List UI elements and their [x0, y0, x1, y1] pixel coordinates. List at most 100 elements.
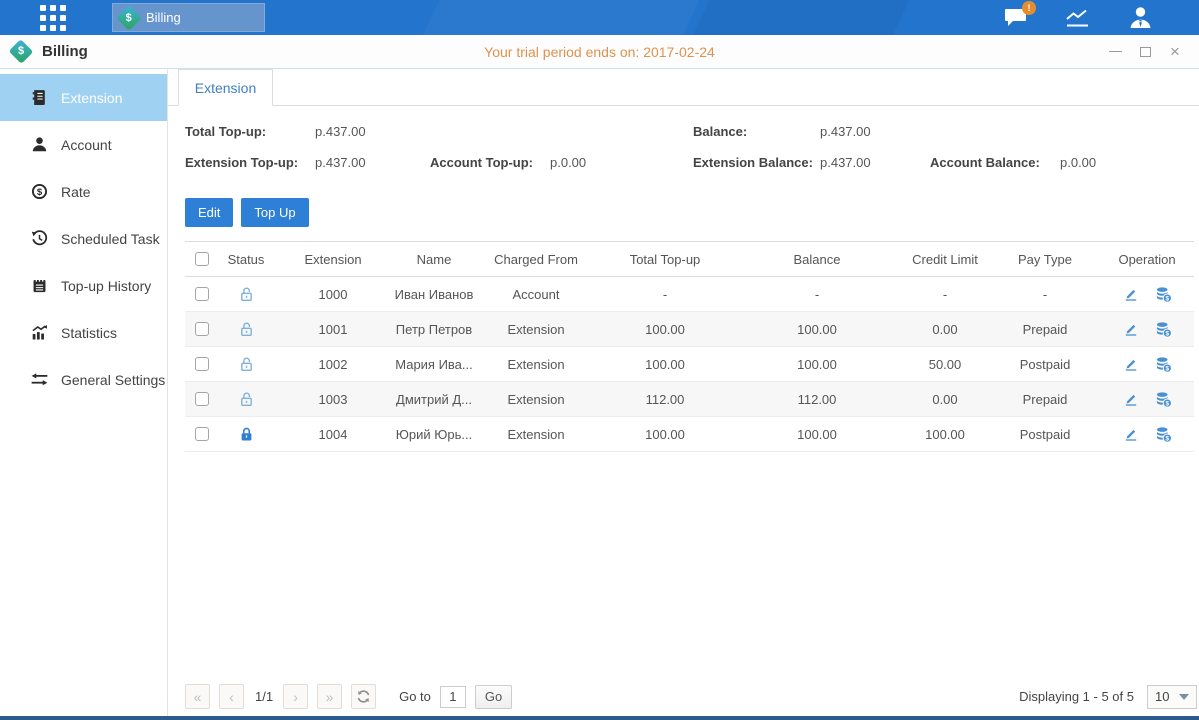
name-cell: Мария Ива...: [392, 347, 476, 381]
name-cell: Петр Петров: [392, 312, 476, 346]
top-up-icon[interactable]: $: [1155, 356, 1172, 373]
desktop-topbar: $ Billing !: [0, 0, 1199, 35]
extension-topup-label: Extension Top-up:: [185, 155, 298, 170]
row-checkbox[interactable]: [195, 287, 209, 301]
column-extension: Extension: [274, 242, 392, 276]
table-row: 1002 Мария Ива... Extension 100.00 100.0…: [185, 347, 1194, 382]
column-pay-type: Pay Type: [990, 242, 1100, 276]
taskbar-item-label: Billing: [146, 10, 181, 25]
page-size-select[interactable]: 10: [1147, 685, 1197, 709]
table-header: Status Extension Name Charged From Total…: [185, 241, 1194, 277]
charged-from-cell: Account: [476, 277, 596, 311]
extension-table: Status Extension Name Charged From Total…: [185, 241, 1194, 452]
statistics-chart-icon[interactable]: [1065, 7, 1092, 29]
tab-extension[interactable]: Extension: [178, 69, 273, 106]
top-up-button[interactable]: Top Up: [241, 198, 308, 227]
svg-text:$: $: [1165, 365, 1169, 372]
unlocked-icon[interactable]: [238, 286, 255, 303]
first-page-button[interactable]: «: [185, 684, 210, 709]
table-body: 1000 Иван Иванов Account - - - - $ 1001 …: [185, 277, 1194, 452]
top-up-icon[interactable]: $: [1155, 321, 1172, 338]
bar-chart-icon: [30, 324, 48, 341]
pay-type-cell: -: [990, 277, 1100, 311]
table-row: 1000 Иван Иванов Account - - - - $: [185, 277, 1194, 312]
sidebar-item-label: Top-up History: [61, 278, 151, 294]
balance-label: Balance:: [693, 124, 747, 139]
edit-icon[interactable]: [1123, 391, 1139, 407]
summary-panel: Total Top-up: p.437.00 Balance: p.437.00…: [168, 122, 1199, 186]
sidebar-item-topup-history[interactable]: Top-up History: [0, 262, 167, 309]
table-row: 1003 Дмитрий Д... Extension 112.00 112.0…: [185, 382, 1194, 417]
edit-icon[interactable]: [1123, 356, 1139, 372]
name-cell: Иван Иванов: [392, 277, 476, 311]
top-up-icon[interactable]: $: [1155, 391, 1172, 408]
unlocked-icon[interactable]: [238, 391, 255, 408]
minimize-icon[interactable]: [1107, 44, 1123, 60]
messages-icon[interactable]: !: [1004, 7, 1029, 28]
row-checkbox[interactable]: [195, 392, 209, 406]
unlocked-icon[interactable]: [238, 356, 255, 373]
svg-text:$: $: [1165, 400, 1169, 407]
sidebar-item-label: Statistics: [61, 325, 117, 341]
total-topup-cell: 100.00: [596, 417, 734, 451]
name-cell: Дмитрий Д...: [392, 382, 476, 416]
name-cell: Юрий Юрь...: [392, 417, 476, 451]
account-balance-value: p.0.00: [1060, 155, 1096, 170]
chevron-down-icon: [1179, 694, 1189, 700]
maximize-icon[interactable]: [1137, 44, 1153, 60]
row-checkbox[interactable]: [195, 427, 209, 441]
extension-balance-label: Extension Balance:: [693, 155, 813, 170]
svg-text:$: $: [36, 187, 42, 198]
last-page-button[interactable]: »: [317, 684, 342, 709]
top-up-icon[interactable]: $: [1155, 286, 1172, 303]
pagination-bar: « ‹ 1/1 › » Go to Go Displaying 1 - 5 of…: [185, 684, 1197, 709]
row-checkbox[interactable]: [195, 357, 209, 371]
pay-type-cell: Postpaid: [990, 417, 1100, 451]
sidebar-item-label: Account: [61, 137, 112, 153]
total-topup-value: p.437.00: [315, 124, 366, 139]
balance-cell: -: [734, 277, 900, 311]
sidebar-item-account[interactable]: Account: [0, 121, 167, 168]
credit-limit-cell: -: [900, 277, 990, 311]
top-up-icon[interactable]: $: [1155, 426, 1172, 443]
main-content: Extension Total Top-up: p.437.00 Balance…: [168, 69, 1199, 716]
account-topup-value: p.0.00: [550, 155, 586, 170]
charged-from-cell: Extension: [476, 382, 596, 416]
sidebar-item-label: Scheduled Task: [61, 231, 160, 247]
edit-icon[interactable]: [1123, 426, 1139, 442]
balance-cell: 100.00: [734, 347, 900, 381]
close-icon[interactable]: ×: [1167, 44, 1183, 60]
locked-icon[interactable]: [238, 426, 255, 443]
sidebar-item-statistics[interactable]: Statistics: [0, 309, 167, 356]
sidebar-item-scheduled-task[interactable]: Scheduled Task: [0, 215, 167, 262]
next-page-button[interactable]: ›: [283, 684, 308, 709]
edit-icon[interactable]: [1123, 286, 1139, 302]
edit-button[interactable]: Edit: [185, 198, 233, 227]
select-all-checkbox[interactable]: [195, 252, 209, 266]
credit-limit-cell: 0.00: [900, 382, 990, 416]
credit-limit-cell: 50.00: [900, 347, 990, 381]
edit-icon[interactable]: [1123, 321, 1139, 337]
column-total-topup: Total Top-up: [596, 242, 734, 276]
unlocked-icon[interactable]: [238, 321, 255, 338]
page-size-value: 10: [1155, 689, 1169, 704]
account-topup-label: Account Top-up:: [430, 155, 533, 170]
column-credit-limit: Credit Limit: [900, 242, 990, 276]
notification-badge: !: [1022, 1, 1036, 15]
row-checkbox[interactable]: [195, 322, 209, 336]
total-topup-cell: 100.00: [596, 347, 734, 381]
go-button[interactable]: Go: [475, 685, 512, 709]
billing-app-icon: $: [116, 5, 141, 30]
goto-page-input[interactable]: [440, 686, 466, 708]
refresh-icon[interactable]: [351, 684, 376, 709]
sidebar-item-extension[interactable]: Extension: [0, 74, 167, 121]
taskbar-item-billing[interactable]: $ Billing: [112, 3, 265, 32]
apps-grid-icon[interactable]: [37, 2, 69, 34]
user-icon[interactable]: [1128, 6, 1153, 29]
prev-page-button[interactable]: ‹: [219, 684, 244, 709]
total-topup-cell: -: [596, 277, 734, 311]
sidebar-item-general-settings[interactable]: General Settings: [0, 356, 167, 403]
billing-window-icon: $: [9, 39, 34, 64]
sidebar-item-rate[interactable]: $ Rate: [0, 168, 167, 215]
dollar-circle-icon: $: [30, 183, 48, 200]
